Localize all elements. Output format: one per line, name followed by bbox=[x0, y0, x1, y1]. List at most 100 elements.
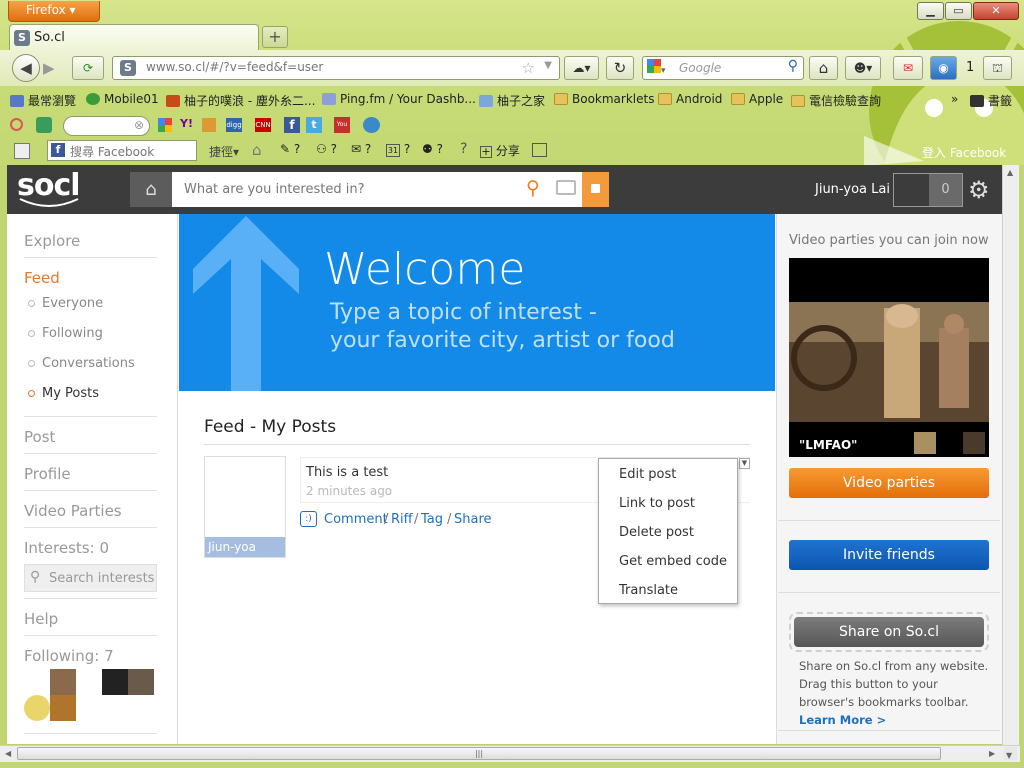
youtube-icon[interactable]: You bbox=[334, 117, 350, 133]
bookmarks-overflow-icon[interactable]: » bbox=[951, 92, 958, 106]
comment-icon[interactable]: :) bbox=[300, 511, 317, 527]
following-avatar[interactable] bbox=[24, 695, 50, 721]
nav-my-posts[interactable]: My Posts bbox=[42, 386, 99, 401]
fb-events[interactable]: 31 ? bbox=[386, 142, 410, 157]
private-toggle-button[interactable] bbox=[582, 172, 609, 207]
following-avatar[interactable] bbox=[50, 669, 76, 695]
digg-icon[interactable]: digg bbox=[226, 118, 242, 132]
bookmark-folder-android[interactable]: Android bbox=[658, 92, 722, 106]
forward-button[interactable]: ▶ bbox=[43, 59, 55, 77]
minimize-button[interactable]: ▁ bbox=[917, 2, 944, 20]
bookmark-mobile01[interactable]: Mobile01 bbox=[86, 92, 159, 106]
cloud-button[interactable]: ☁▾ bbox=[564, 56, 599, 80]
chat-bubble-icon[interactable] bbox=[556, 180, 576, 195]
bookmark-star-icon[interactable]: ☆ bbox=[522, 59, 535, 77]
shortcuts-menu[interactable]: 捷徑▾ bbox=[209, 143, 239, 160]
maximize-button[interactable]: ▭ bbox=[945, 2, 972, 20]
following-avatar[interactable] bbox=[50, 695, 76, 721]
bookmark-folder-apple[interactable]: Apple bbox=[731, 92, 783, 106]
following-avatar[interactable] bbox=[128, 669, 154, 695]
nav-help[interactable]: Help bbox=[24, 610, 58, 628]
nav-following[interactable]: Following bbox=[42, 326, 103, 341]
tag-link[interactable]: Tag bbox=[421, 512, 443, 527]
menu-delete-post[interactable]: Delete post bbox=[619, 525, 694, 540]
bookmark-folder-bookmarklets[interactable]: Bookmarklets bbox=[554, 92, 654, 106]
following-avatar[interactable] bbox=[102, 669, 128, 695]
bookmark-plurk[interactable]: 柚子的噗浪 - 塵外糸二... bbox=[166, 92, 315, 109]
scroll-left-icon[interactable]: ◀ bbox=[5, 749, 11, 758]
more-share-icon[interactable] bbox=[363, 117, 380, 133]
bookmarks-menu[interactable]: 書籤 bbox=[970, 92, 1012, 109]
share-icon[interactable] bbox=[36, 117, 52, 133]
facebook-search-input[interactable]: f 搜尋 Facebook bbox=[47, 140, 197, 161]
help-icon[interactable]: ? bbox=[460, 141, 467, 157]
fb-groups[interactable]: ⚉ ? bbox=[422, 142, 443, 156]
nav-everyone[interactable]: Everyone bbox=[42, 296, 103, 311]
reload-button[interactable]: ↻ bbox=[606, 56, 634, 80]
sync-button[interactable]: ⟳ bbox=[72, 56, 104, 80]
menu-translate[interactable]: Translate bbox=[619, 583, 678, 598]
twitter-icon[interactable]: t bbox=[306, 117, 322, 133]
magnifier-icon[interactable]: ⚲ bbox=[788, 58, 798, 74]
share-link[interactable]: Share bbox=[454, 512, 492, 527]
mail-button[interactable]: ✉ bbox=[893, 56, 923, 80]
addon-search-input[interactable]: ⊗ bbox=[63, 116, 150, 136]
google-share-icon[interactable] bbox=[158, 118, 172, 132]
search-interests-input[interactable]: ⚲ Search interests bbox=[24, 564, 157, 592]
video-parties-button[interactable]: Video parties bbox=[789, 468, 989, 498]
address-bar[interactable]: S www.so.cl/#/?v=feed&f=user ☆ ▼ bbox=[112, 56, 560, 80]
share-on-socl-button[interactable]: Share on So.cl bbox=[794, 617, 984, 647]
sidebar-toggle-icon[interactable] bbox=[532, 143, 547, 157]
nav-video-parties[interactable]: Video Parties bbox=[24, 502, 122, 520]
fb-home-icon[interactable]: ⌂ bbox=[252, 141, 262, 159]
bookmark-yuzu-home[interactable]: 柚子之家 bbox=[479, 92, 545, 109]
rss-button[interactable]: ◉ bbox=[930, 56, 957, 80]
bookmark-share-icon[interactable] bbox=[202, 118, 216, 132]
post-timestamp[interactable]: 2 minutes ago bbox=[306, 484, 392, 498]
following-count[interactable]: Following: 7 bbox=[24, 647, 114, 665]
scroll-right-icon[interactable]: ▶ bbox=[989, 749, 995, 758]
search-icon[interactable]: ⚲ bbox=[526, 177, 540, 199]
riff-link[interactable]: Riff bbox=[391, 512, 413, 527]
bookmark-pingfm[interactable]: Ping.fm / Your Dashb... bbox=[322, 92, 476, 106]
scroll-down-icon[interactable]: ▼ bbox=[1004, 747, 1017, 760]
yahoo-icon[interactable]: Y! bbox=[180, 117, 193, 130]
menu-get-embed-code[interactable]: Get embed code bbox=[619, 554, 727, 569]
post-author[interactable]: Jiun-yoa bbox=[205, 537, 285, 557]
facebook-share-icon[interactable]: f bbox=[284, 117, 300, 133]
new-tab-button[interactable]: + bbox=[262, 26, 288, 48]
invite-friends-button[interactable]: Invite friends bbox=[789, 540, 989, 570]
settings-gear-icon[interactable]: ⚙ bbox=[968, 176, 990, 204]
post-menu-toggle[interactable]: ▼ bbox=[739, 458, 750, 469]
learn-more-link[interactable]: Learn More > bbox=[799, 713, 886, 727]
nav-post[interactable]: Post bbox=[24, 428, 55, 446]
cnn-icon[interactable]: CNN bbox=[255, 118, 271, 132]
nav-interests[interactable]: Interests: 0 bbox=[24, 539, 109, 557]
nav-explore[interactable]: Explore bbox=[24, 232, 80, 250]
close-window-button[interactable]: ✕ bbox=[973, 2, 1019, 20]
web-search-input[interactable]: ▾ Google ⚲ bbox=[642, 56, 804, 80]
bookmark-folder-telecom[interactable]: 電信檢驗查詢 bbox=[791, 92, 881, 109]
bookmark-most-visited[interactable]: 最常瀏覽 bbox=[10, 92, 76, 109]
greasemonkey-button[interactable]: ☻▾ bbox=[845, 56, 881, 80]
nav-conversations[interactable]: Conversations bbox=[42, 356, 135, 371]
vertical-scrollbar[interactable]: ▲ bbox=[1002, 165, 1019, 745]
menu-edit-post[interactable]: Edit post bbox=[619, 467, 676, 482]
socl-home-button[interactable]: ⌂ bbox=[130, 172, 172, 207]
notification-count[interactable]: 0 bbox=[929, 174, 962, 206]
fb-friend-requests[interactable]: ⚇ ? bbox=[316, 142, 337, 156]
user-name[interactable]: Jiun-yoa Lai bbox=[815, 182, 890, 197]
nav-profile[interactable]: Profile bbox=[24, 465, 71, 483]
tab-socl[interactable]: S So.cl bbox=[9, 24, 259, 50]
menu-link-to-post[interactable]: Link to post bbox=[619, 496, 695, 511]
back-button[interactable]: ◀ bbox=[12, 54, 40, 82]
socl-search-input[interactable]: What are you interested in? ⚲ bbox=[172, 172, 582, 207]
fb-notifications[interactable]: ✎ ? bbox=[280, 142, 300, 156]
facebook-login-link[interactable]: 登入 Facebook bbox=[922, 144, 1006, 161]
horizontal-scroll-thumb[interactable]: ||| bbox=[17, 747, 941, 760]
firefox-menu-button[interactable]: Firefox ▾ bbox=[8, 1, 100, 22]
comment-link[interactable]: Comment bbox=[324, 512, 388, 527]
url-dropdown-icon[interactable]: ▼ bbox=[544, 60, 552, 71]
nav-feed[interactable]: Feed bbox=[24, 269, 60, 287]
fb-share-button[interactable]: + 分享 bbox=[480, 142, 520, 159]
